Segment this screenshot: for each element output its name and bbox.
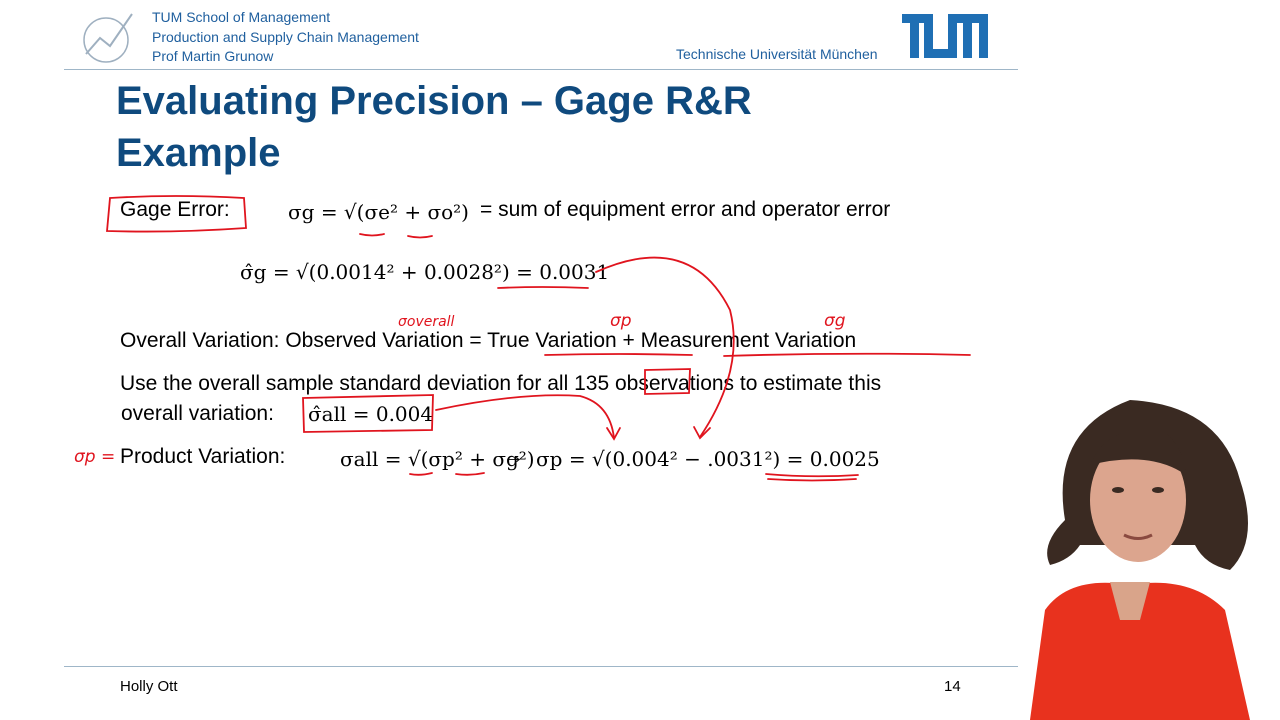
institution-line: Prof Martin Grunow [152,48,274,64]
equals-sign: = [469,329,482,352]
arrow-sigma-all-to-product [435,394,615,439]
arrow-gage-head [693,426,711,440]
true-variation-underline [544,353,693,356]
plus-sign: + [622,329,635,352]
overall-variation-prefix: Overall Variation: Observed Variation [120,329,464,352]
measurement-variation-underline [723,352,971,357]
slide-title: Evaluating Precision – Gage R&R Example [116,79,752,175]
arrow-sigma-all-head [606,427,621,441]
product-variation-label: Product Variation: [120,445,286,468]
sigma-all-estimate: σ̂all = 0.004 [308,402,434,426]
product-estimate-underline-2 [767,478,857,482]
gage-error-formula: σg = √(σe² + σo²) [288,200,469,224]
measurement-variation-term: Measurement Variation [640,329,857,352]
overall-variation-line: Overall Variation: Observed Variation = … [120,329,856,353]
institution-block: TUM School of Management Production and … [152,8,419,67]
presenter-video [1030,400,1250,720]
overall-variation-label: overall variation: [121,402,274,425]
institution-line: TUM School of Management [152,9,331,25]
gage-error-label: Gage Error: [120,198,230,221]
true-variation-term: True Variation [487,329,617,352]
use-overall-text-end: observations to estimate this [614,372,882,395]
product-variation-estimate: σp = √(0.004² − .0031²) = 0.0025 [536,447,880,471]
sigma-g-underline [455,472,485,476]
sigma-e-underline [359,233,385,237]
sigma-p-underline [409,472,433,476]
use-overall-line: Use the overall sample standard deviatio… [120,372,881,396]
sigma-overall-annotation: σoverall [398,314,455,330]
observation-count: 135 [574,372,610,395]
footer-presenter-name: Holly Ott [120,678,178,695]
sigma-g-annotation: σg [824,311,846,331]
header-divider [64,69,1018,70]
tum-logo [902,14,988,58]
school-emblem-icon [83,13,133,63]
gage-estimate-underline [497,286,589,289]
university-name: Technische Universität München [676,46,878,62]
arrow-right-icon: → [503,445,524,468]
gage-error-estimate: σ̂g = √(0.0014² + 0.0028²) = 0.0031 [240,260,610,284]
sigma-o-underline [407,235,433,239]
footer-divider [64,666,1018,667]
sigma-p-left-annotation: σp = [74,447,115,467]
gage-error-description: = sum of equipment error and operator er… [480,198,891,221]
institution-line: Production and Supply Chain Management [152,28,419,45]
product-estimate-underline [765,473,859,478]
use-overall-text: Use the overall sample standard deviatio… [120,372,569,395]
page-number: 14 [944,678,961,695]
sigma-p-annotation: σp [610,311,632,331]
